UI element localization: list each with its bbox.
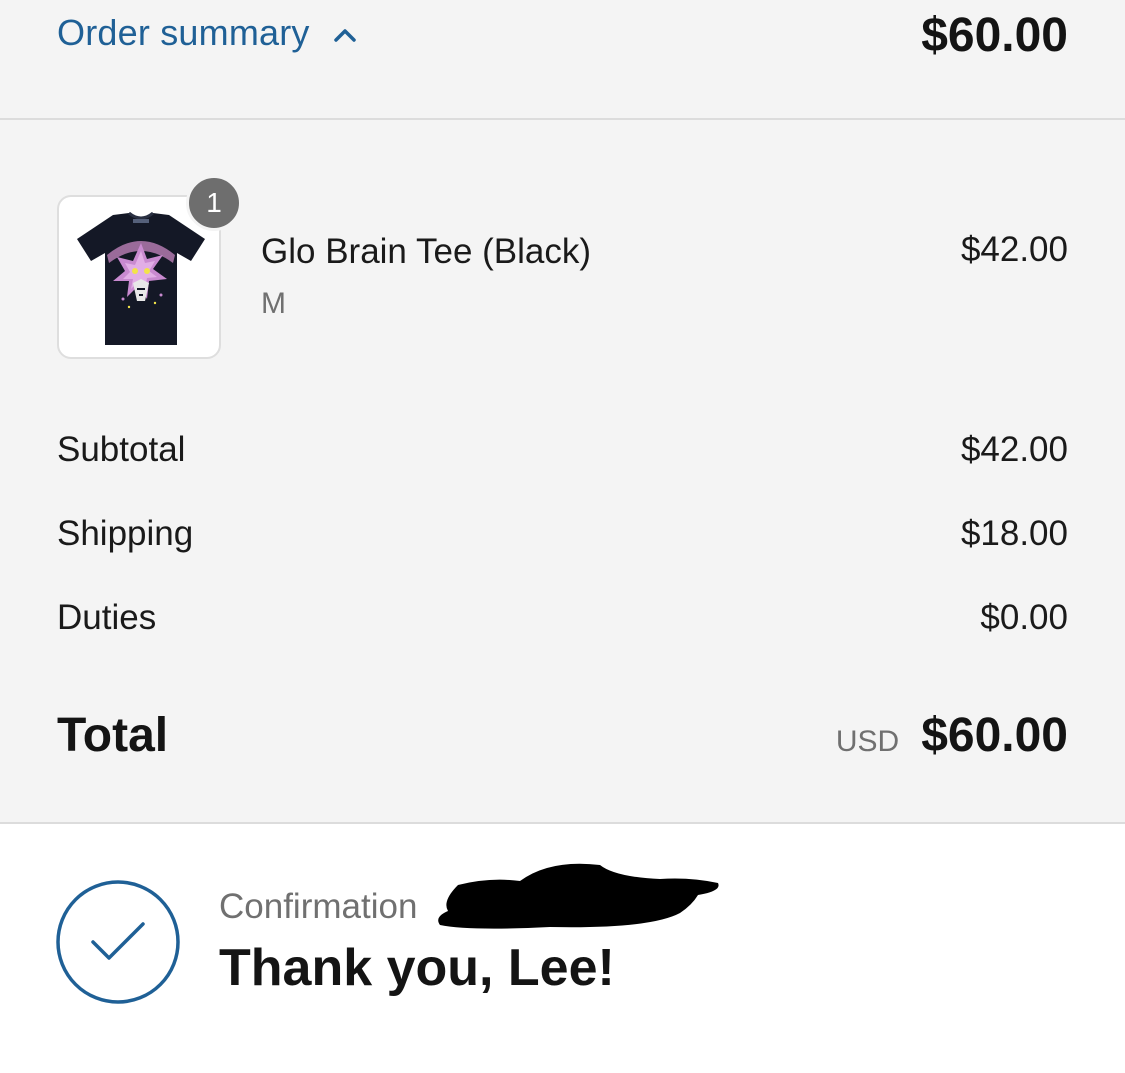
order-status-page: Order summary $60.00 1 Glo Brain Tee (Bl… bbox=[0, 0, 1125, 1073]
product-variant: M bbox=[261, 287, 286, 320]
confirmation-label: Confirmation bbox=[219, 887, 418, 926]
subtotal-label: Subtotal bbox=[57, 430, 186, 469]
shipping-row: Shipping $18.00 bbox=[57, 514, 1068, 554]
currency-code: USD bbox=[835, 725, 900, 758]
subtotal-row: Subtotal $42.00 bbox=[57, 430, 1068, 470]
header-total-price: $60.00 bbox=[921, 9, 1068, 62]
duties-value: $0.00 bbox=[980, 598, 1068, 637]
order-summary-toggle[interactable]: Order summary bbox=[57, 12, 358, 54]
total-amount: USD $60.00 bbox=[836, 708, 1068, 763]
chevron-up-icon bbox=[333, 29, 356, 42]
product-name: Glo Brain Tee (Black) bbox=[261, 232, 592, 271]
total-row: Total USD $60.00 bbox=[57, 708, 1068, 763]
order-summary-toggle-label: Order summary bbox=[57, 12, 310, 53]
quantity-badge: 1 bbox=[186, 175, 242, 231]
shipping-value: $18.00 bbox=[960, 514, 1068, 553]
order-summary-panel: 1 Glo Brain Tee (Black) M $42.00 Subtota… bbox=[0, 120, 1125, 824]
order-summary-toggle-bar: Order summary $60.00 bbox=[0, 0, 1125, 120]
total-value: $60.00 bbox=[921, 709, 1068, 762]
thank-you-heading: Thank you, Lee! bbox=[219, 939, 615, 997]
redaction-mark bbox=[438, 863, 719, 929]
duties-label: Duties bbox=[57, 598, 157, 637]
duties-row: Duties $0.00 bbox=[57, 598, 1068, 638]
tshirt-image bbox=[77, 211, 205, 345]
total-label: Total bbox=[57, 709, 169, 762]
subtotal-value: $42.00 bbox=[960, 430, 1068, 469]
shipping-label: Shipping bbox=[57, 514, 194, 553]
product-price: $42.00 bbox=[960, 230, 1068, 269]
check-circle-icon bbox=[56, 880, 180, 1004]
